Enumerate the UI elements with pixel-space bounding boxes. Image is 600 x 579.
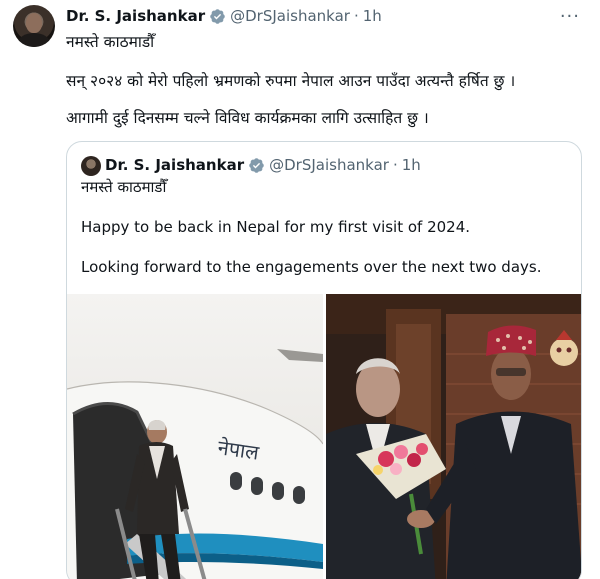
separator-dot: · xyxy=(353,7,359,25)
quoted-text-line-1: नमस्ते काठमाडौँ xyxy=(81,178,167,196)
quoted-header: Dr. S. Jaishankar @DrSJaishankar · 1h xyxy=(105,154,421,176)
author-name[interactable]: Dr. S. Jaishankar xyxy=(66,7,205,25)
aircraft-illustration: नेपाल xyxy=(67,294,323,579)
quoted-text-line-2: Happy to be back in Nepal for my first v… xyxy=(81,218,471,236)
tweet: Dr. S. Jaishankar @DrSJaishankar · 1h ··… xyxy=(0,0,600,579)
quoted-timestamp: 1h xyxy=(401,156,421,174)
photo-grid: नेपाल xyxy=(67,294,581,579)
avatar-face xyxy=(26,13,42,33)
separator-dot: · xyxy=(392,156,398,174)
tweet-header: Dr. S. Jaishankar @DrSJaishankar · 1h xyxy=(66,6,382,26)
verified-badge-icon xyxy=(210,8,225,24)
welcome-illustration xyxy=(326,294,581,579)
avatar[interactable] xyxy=(13,5,55,47)
timestamp[interactable]: 1h xyxy=(363,7,382,25)
avatar-shoulders xyxy=(18,33,50,47)
photo-aircraft-arrival[interactable]: नेपाल xyxy=(67,294,323,579)
author-handle[interactable]: @DrSJaishankar xyxy=(230,7,350,25)
photo-flower-bouquet-welcome[interactable] xyxy=(326,294,581,579)
quoted-tweet[interactable]: Dr. S. Jaishankar @DrSJaishankar · 1h नम… xyxy=(66,141,582,579)
tweet-text-line-2: सन् २०२४ को मेरो पहिलो भ्रमणको रुपमा नेप… xyxy=(66,72,516,90)
more-options-icon[interactable]: ··· xyxy=(560,6,580,27)
quoted-author-name: Dr. S. Jaishankar xyxy=(105,156,245,174)
quoted-text-line-3: Looking forward to the engagements over … xyxy=(81,258,542,276)
verified-badge-icon xyxy=(249,157,264,173)
tweet-text-line-1: नमस्ते काठमाडौँ xyxy=(66,33,155,51)
quoted-avatar xyxy=(81,156,101,176)
quoted-author-handle: @DrSJaishankar xyxy=(269,156,389,174)
tweet-text-line-3: आगामी दुई दिनसम्म चल्ने विविध कार्यक्रमक… xyxy=(66,109,429,127)
